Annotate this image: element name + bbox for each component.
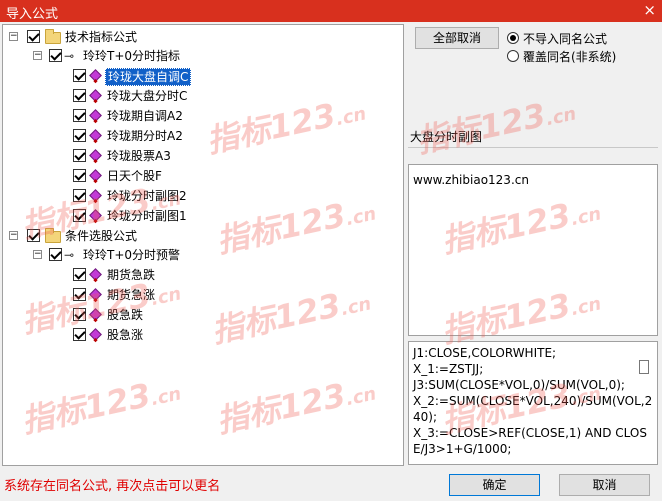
tree-item-label: 日天个股F	[107, 169, 162, 183]
tree-item[interactable]: 玲珑大盘分时C	[3, 86, 403, 106]
no-import-same-radio[interactable]	[507, 32, 519, 44]
folder-icon	[45, 228, 61, 243]
code-line: X_2:=SUM(CLOSE*VOL,240)/SUM(VOL,240);	[413, 394, 653, 424]
formula-gem-icon	[89, 308, 102, 321]
tree-item-label: 玲珑期自调A2	[107, 109, 183, 123]
tree-item-label: 股急跌	[107, 308, 144, 322]
collapse-icon[interactable]: −	[9, 231, 18, 240]
tree-subgroup-technical[interactable]: − ⊸ 玲玲T+0分时指标	[3, 46, 403, 66]
divider	[408, 147, 658, 148]
cancel-all-button[interactable]: 全部取消	[415, 27, 499, 49]
tree-item[interactable]: 期货急跌	[3, 265, 403, 285]
tree-subgroup-screening[interactable]: − ⊸ 玲玲T+0分时预警	[3, 245, 403, 265]
checkbox-checked-icon[interactable]	[73, 129, 86, 142]
formula-gem-icon	[89, 129, 102, 142]
tree-group-label: 条件选股公式	[65, 229, 138, 243]
cancel-button[interactable]: 取消	[559, 474, 650, 496]
watermark: 指标123.cn	[413, 95, 579, 161]
checkbox-checked-icon[interactable]	[73, 308, 86, 321]
formula-gem-icon	[89, 69, 102, 82]
tree-group-label: 技术指标公式	[65, 30, 138, 44]
tree-item[interactable]: 玲珑分时副图2	[3, 186, 403, 206]
checkbox-checked-icon[interactable]	[73, 89, 86, 102]
folder-icon	[45, 29, 61, 44]
tree-item[interactable]: 玲珑期分时A2	[3, 126, 403, 146]
window-title: 导入公式	[6, 7, 59, 22]
collapse-icon[interactable]: −	[33, 250, 42, 259]
formula-gem-icon	[89, 149, 102, 162]
tree-group-technical[interactable]: − 技术指标公式	[3, 27, 403, 47]
collapse-icon[interactable]: −	[9, 32, 18, 41]
checkbox-checked-icon[interactable]	[27, 30, 40, 43]
tree-item-label-selected[interactable]: 玲珑大盘自调C	[105, 68, 192, 86]
tree-item-label: 期货急涨	[107, 288, 156, 302]
key-icon: ⊸	[64, 49, 75, 63]
formula-gem-icon	[89, 328, 102, 341]
checkbox-checked-icon[interactable]	[49, 248, 62, 261]
scroll-indicator-icon[interactable]	[639, 360, 649, 374]
overwrite-same-radio[interactable]	[507, 50, 519, 62]
tree-item-label: 股急涨	[107, 328, 144, 342]
formula-description-text: www.zhibiao123.cn	[413, 173, 529, 187]
code-line: J1:CLOSE,COLORWHITE;	[413, 346, 557, 360]
ok-button[interactable]: 确定	[449, 474, 540, 496]
formula-gem-icon	[89, 189, 102, 202]
tree-item[interactable]: 股急涨	[3, 325, 403, 345]
key-icon: ⊸	[64, 248, 75, 262]
code-line: X_3:=CLOSE>REF(CLOSE,1) AND CLOSE/J3>1+G…	[413, 426, 647, 456]
code-line: J3:SUM(CLOSE*VOL,0)/SUM(VOL,0);	[413, 378, 625, 392]
checkbox-checked-icon[interactable]	[49, 49, 62, 62]
tree-item-label: 玲珑股票A3	[107, 149, 171, 163]
tree-group-screening[interactable]: − 条件选股公式	[3, 226, 403, 246]
formula-code-box[interactable]: J1:CLOSE,COLORWHITE; X_1:=ZSTJJ; J3:SUM(…	[408, 341, 658, 465]
tree-item[interactable]: 玲珑大盘自调C	[3, 66, 403, 86]
code-line: X_1:=ZSTJJ;	[413, 362, 484, 376]
formula-tree[interactable]: − 技术指标公式 − ⊸ 玲玲T+0分时指标 玲珑大盘自调C 玲珑大盘分时C 玲…	[2, 24, 404, 466]
tree-item-label: 玲珑大盘分时C	[107, 89, 188, 103]
formula-gem-icon	[89, 268, 102, 281]
tree-item-label: 玲珑期分时A2	[107, 129, 183, 143]
checkbox-checked-icon[interactable]	[27, 229, 40, 242]
formula-gem-icon	[89, 209, 102, 222]
checkbox-checked-icon[interactable]	[73, 109, 86, 122]
formula-name: 大盘分时副图	[410, 130, 483, 144]
formula-gem-icon	[89, 89, 102, 102]
checkbox-checked-icon[interactable]	[73, 69, 86, 82]
tree-item[interactable]: 期货急涨	[3, 285, 403, 305]
no-import-same-label[interactable]: 不导入同名公式	[523, 30, 607, 47]
formula-description-box[interactable]: www.zhibiao123.cn	[408, 164, 658, 336]
tree-subgroup-label: 玲玲T+0分时指标	[83, 49, 181, 63]
checkbox-checked-icon[interactable]	[73, 189, 86, 202]
tree-item[interactable]: 玲珑股票A3	[3, 146, 403, 166]
tree-item[interactable]: 玲珑分时副图1	[3, 206, 403, 226]
tree-item[interactable]: 日天个股F	[3, 166, 403, 186]
status-message: 系统存在同名公式, 再次点击可以更名	[4, 479, 221, 494]
tree-item[interactable]: 玲珑期自调A2	[3, 106, 403, 126]
checkbox-checked-icon[interactable]	[73, 169, 86, 182]
collapse-icon[interactable]: −	[33, 51, 42, 60]
checkbox-checked-icon[interactable]	[73, 288, 86, 301]
overwrite-same-label[interactable]: 覆盖同名(非系统)	[523, 48, 616, 65]
checkbox-checked-icon[interactable]	[73, 328, 86, 341]
tree-item-label: 玲珑分时副图1	[107, 209, 187, 223]
formula-gem-icon	[89, 169, 102, 182]
checkbox-checked-icon[interactable]	[73, 268, 86, 281]
formula-gem-icon	[89, 109, 102, 122]
checkbox-checked-icon[interactable]	[73, 209, 86, 222]
tree-subgroup-label: 玲玲T+0分时预警	[83, 248, 181, 262]
tree-item[interactable]: 股急跌	[3, 305, 403, 325]
formula-gem-icon	[89, 288, 102, 301]
title-bar: 导入公式 ×	[0, 0, 662, 22]
tree-item-label: 期货急跌	[107, 268, 156, 282]
checkbox-checked-icon[interactable]	[73, 149, 86, 162]
tree-item-label: 玲珑分时副图2	[107, 189, 187, 203]
close-icon[interactable]: ×	[643, 1, 656, 19]
